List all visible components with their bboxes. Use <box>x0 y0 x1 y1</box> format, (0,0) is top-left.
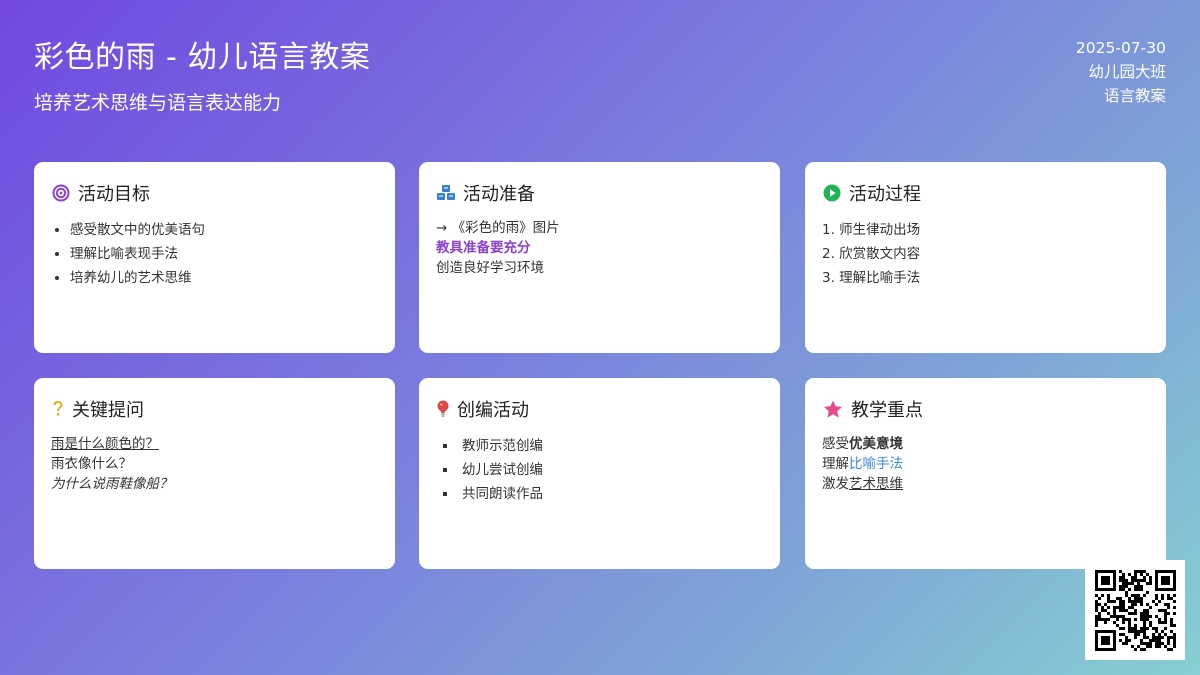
focus-emphasis: 艺术思维 <box>849 476 903 492</box>
question-icon <box>51 399 65 419</box>
meta-type: 语言教案 <box>1103 87 1166 105</box>
card-title: 关键提问 <box>72 400 144 421</box>
page-subtitle: 培养艺术思维与语言表达能力 <box>34 92 282 114</box>
focus-line-inspire: 激发艺术思维 <box>822 474 1149 494</box>
prep-body: → 《彩色的雨》图片 教具准备要充分 创造良好学习环境 <box>436 218 763 278</box>
question-raincoat: 雨衣像什么？ <box>51 456 132 472</box>
goals-list: 感受散文中的优美语句 理解比喻表现手法 培养幼儿的艺术思维 <box>51 218 378 290</box>
list-item: 感受散文中的优美语句 <box>70 218 378 242</box>
focus-prefix: 感受 <box>822 436 849 452</box>
list-item: 1. 师生律动出场 <box>822 222 921 238</box>
page-title: 彩色的雨 - 幼儿语言教案 <box>34 40 371 75</box>
list-item: 幼儿尝试创编 <box>458 458 763 482</box>
list-item: 培养幼儿的艺术思维 <box>70 266 378 290</box>
cubes-icon <box>436 183 456 203</box>
list-item: 教师示范创编 <box>458 434 763 458</box>
focus-prefix: 理解 <box>822 456 849 472</box>
meta-info: 2025-07-30 幼儿园大班 语言教案 <box>1076 36 1166 108</box>
card-prep: 活动准备 → 《彩色的雨》图片 教具准备要充分 创造良好学习环境 <box>419 162 780 353</box>
question-color: 雨是什么颜色的？ <box>51 436 159 452</box>
card-title: 教学重点 <box>851 400 923 421</box>
card-title: 活动过程 <box>849 184 921 205</box>
process-list: 1. 师生律动出场 2. 欣赏散文内容 3. 理解比喻手法 <box>822 218 1149 290</box>
list-item: 共同朗读作品 <box>458 482 763 506</box>
list-item: 2. 欣赏散文内容 <box>822 246 921 262</box>
question-boots: 为什么说雨鞋像船？ <box>51 476 173 492</box>
card-goals: 活动目标 感受散文中的优美语句 理解比喻表现手法 培养幼儿的艺术思维 <box>34 162 395 353</box>
meta-class: 幼儿园大班 <box>1088 63 1166 81</box>
questions-body: 雨是什么颜色的？ 雨衣像什么？ 为什么说雨鞋像船？ <box>51 434 378 494</box>
prep-line-environment: 创造良好学习环境 <box>436 260 544 276</box>
header: 彩色的雨 - 幼儿语言教案 培养艺术思维与语言表达能力 <box>34 32 370 115</box>
focus-emphasis: 比喻手法 <box>849 456 903 472</box>
qr-code <box>1085 560 1185 660</box>
card-process: 活动过程 1. 师生律动出场 2. 欣赏散文内容 3. 理解比喻手法 <box>805 162 1166 353</box>
card-title: 创编活动 <box>457 400 529 421</box>
focus-line-understand: 理解比喻手法 <box>822 454 1149 474</box>
card-title: 活动目标 <box>78 184 150 205</box>
focus-emphasis: 优美意境 <box>849 436 903 452</box>
list-item: 3. 理解比喻手法 <box>822 270 921 286</box>
creative-list: 教师示范创编 幼儿尝试创编 共同朗读作品 <box>436 434 763 506</box>
play-circle-icon <box>822 183 842 203</box>
star-icon <box>822 399 844 419</box>
list-item: 理解比喻表现手法 <box>70 242 378 266</box>
card-questions: 关键提问 雨是什么颜色的？ 雨衣像什么？ 为什么说雨鞋像船？ <box>34 378 395 569</box>
focus-line-feel: 感受优美意境 <box>822 434 1149 454</box>
prep-line-materials: 教具准备要充分 <box>436 240 531 256</box>
qr-code-image <box>1095 570 1176 651</box>
meta-date: 2025-07-30 <box>1075 39 1166 57</box>
prep-line-pictures: → 《彩色的雨》图片 <box>436 220 560 236</box>
focus-prefix: 激发 <box>822 476 849 492</box>
card-title: 活动准备 <box>463 184 535 205</box>
card-focus: 教学重点 感受优美意境 理解比喻手法 激发艺术思维 <box>805 378 1166 569</box>
focus-body: 感受优美意境 理解比喻手法 激发艺术思维 <box>822 434 1149 494</box>
target-icon <box>51 183 71 203</box>
card-creative: 创编活动 教师示范创编 幼儿尝试创编 共同朗读作品 <box>419 378 780 569</box>
lightbulb-icon <box>436 399 450 419</box>
